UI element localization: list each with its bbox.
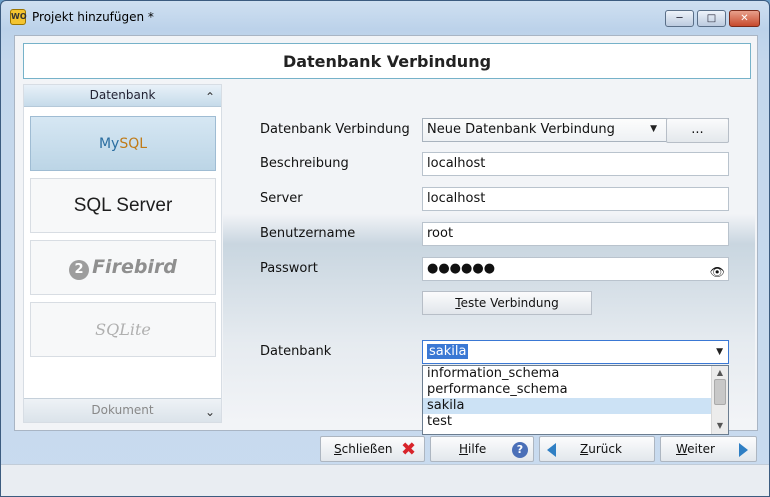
dialog-client-area: Datenbank Verbindung Datenbank ⌃ MySQL S…	[14, 35, 758, 435]
next-button[interactable]: Weiter	[660, 436, 757, 462]
help-icon: ?	[512, 442, 528, 458]
database-dropdown-list[interactable]: information_schema performance_schema sa…	[422, 365, 729, 435]
db-tile-sqlite[interactable]: SQLite	[30, 302, 216, 357]
eye-icon[interactable]: 👁	[710, 261, 725, 283]
list-item[interactable]: performance_schema	[423, 382, 711, 398]
dropdown-arrow-icon: ▼	[650, 124, 657, 134]
database-label: Datenbank	[260, 344, 332, 359]
section-header-datenbank[interactable]: Datenbank ⌃	[24, 85, 221, 107]
sqlserver-logo: SQL Server	[73, 194, 173, 216]
mysql-logo: MySQL	[98, 135, 148, 152]
help-button-label: Hilfe	[459, 442, 487, 456]
dropdown-scrollbar[interactable]: ▲ ▼	[711, 366, 728, 434]
username-label: Benutzername	[260, 226, 356, 241]
chevron-up-icon[interactable]: ⌃	[205, 87, 215, 108]
sqlite-logo: SQLite	[95, 320, 151, 339]
title-bar[interactable]: WO Projekt hinzufügen * ─ □ ✕	[1, 1, 769, 33]
app-icon: WO	[10, 9, 27, 25]
chevron-down-icon[interactable]: ⌄	[205, 401, 215, 424]
page-title: Datenbank Verbindung	[23, 43, 751, 79]
arrow-left-icon	[547, 443, 556, 457]
maximize-button[interactable]: □	[697, 10, 726, 27]
description-input[interactable]: localhost	[422, 152, 729, 176]
description-label: Beschreibung	[260, 156, 349, 171]
database-combobox[interactable]: sakila ▼	[422, 340, 729, 364]
minimize-button[interactable]: ─	[665, 10, 694, 27]
back-button[interactable]: Zurück	[539, 436, 655, 462]
connection-browse-button[interactable]: ...	[666, 118, 729, 143]
section-footer-label: Dokument	[91, 403, 154, 417]
scroll-down-icon[interactable]: ▼	[712, 419, 728, 432]
firebird-icon: 2	[69, 259, 90, 280]
close-button[interactable]: Schließen ✖	[320, 436, 425, 462]
scroll-thumb[interactable]	[714, 379, 726, 405]
connection-label: Datenbank Verbindung	[260, 122, 410, 137]
db-tile-firebird[interactable]: 2 Firebird	[30, 240, 216, 295]
database-combobox-value: sakila	[427, 344, 469, 359]
connection-form: Datenbank Verbindung Neue Datenbank Verb…	[223, 84, 755, 435]
password-input[interactable]: ●●●●●● 👁	[422, 257, 729, 281]
dropdown-arrow-icon[interactable]: ▼	[716, 341, 723, 363]
password-label: Passwort	[260, 261, 318, 276]
username-input[interactable]: root	[422, 222, 729, 246]
database-type-panel: Datenbank ⌃ MySQL SQL Server 2 Firebird S…	[23, 84, 222, 423]
firebird-logo: 2 Firebird	[69, 256, 177, 280]
db-tile-mysql[interactable]: MySQL	[30, 116, 216, 171]
test-connection-button[interactable]: Teste Verbindung	[422, 291, 592, 315]
arrow-right-icon	[739, 443, 748, 457]
status-bar	[1, 464, 769, 496]
next-button-label: Weiter	[676, 442, 715, 456]
section-header-label: Datenbank	[89, 88, 156, 102]
close-window-button[interactable]: ✕	[729, 10, 760, 27]
db-tile-sqlserver[interactable]: SQL Server	[30, 178, 216, 233]
help-button[interactable]: Hilfe ?	[430, 436, 534, 462]
server-label: Server	[260, 191, 303, 206]
scroll-up-icon[interactable]: ▲	[712, 366, 728, 379]
connection-select-arrow-area[interactable]: ▼	[422, 118, 662, 142]
list-item[interactable]: information_schema	[423, 366, 711, 382]
password-value: ●●●●●●	[427, 261, 496, 276]
close-x-icon: ✖	[401, 439, 417, 460]
close-button-label: Schließen	[334, 442, 393, 456]
section-header-dokument[interactable]: Dokument ⌄	[24, 398, 221, 422]
list-item-selected[interactable]: sakila	[423, 398, 711, 414]
dialog-window: WO Projekt hinzufügen * ─ □ ✕ Datenbank …	[0, 0, 770, 497]
server-input[interactable]: localhost	[422, 187, 729, 211]
list-item[interactable]: test	[423, 414, 711, 430]
window-title: Projekt hinzufügen *	[32, 10, 154, 24]
back-button-label: Zurück	[580, 442, 622, 456]
